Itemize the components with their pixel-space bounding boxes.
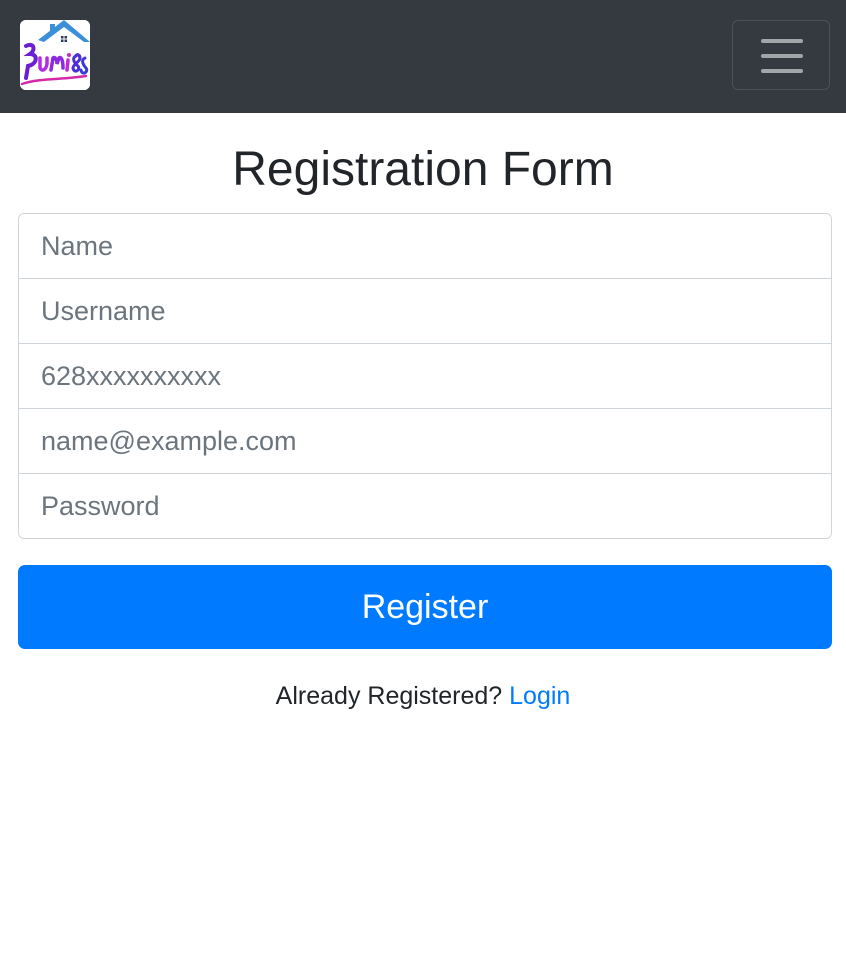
brand-logo-image [20,20,90,90]
login-link[interactable]: Login [509,682,570,710]
navbar-toggler-button[interactable] [732,20,830,90]
navbar [0,0,846,113]
phone-input[interactable] [19,344,831,409]
register-button[interactable]: Register [18,565,832,649]
name-input[interactable] [19,214,831,279]
username-input[interactable] [19,279,831,344]
registration-form [18,213,832,539]
already-registered-text: Already Registered? [275,682,503,710]
login-prompt: Already Registered? Login [0,680,846,712]
email-input[interactable] [19,409,831,474]
page-title: Registration Form [232,143,614,196]
brand-logo[interactable] [20,20,90,90]
password-input[interactable] [19,474,831,538]
